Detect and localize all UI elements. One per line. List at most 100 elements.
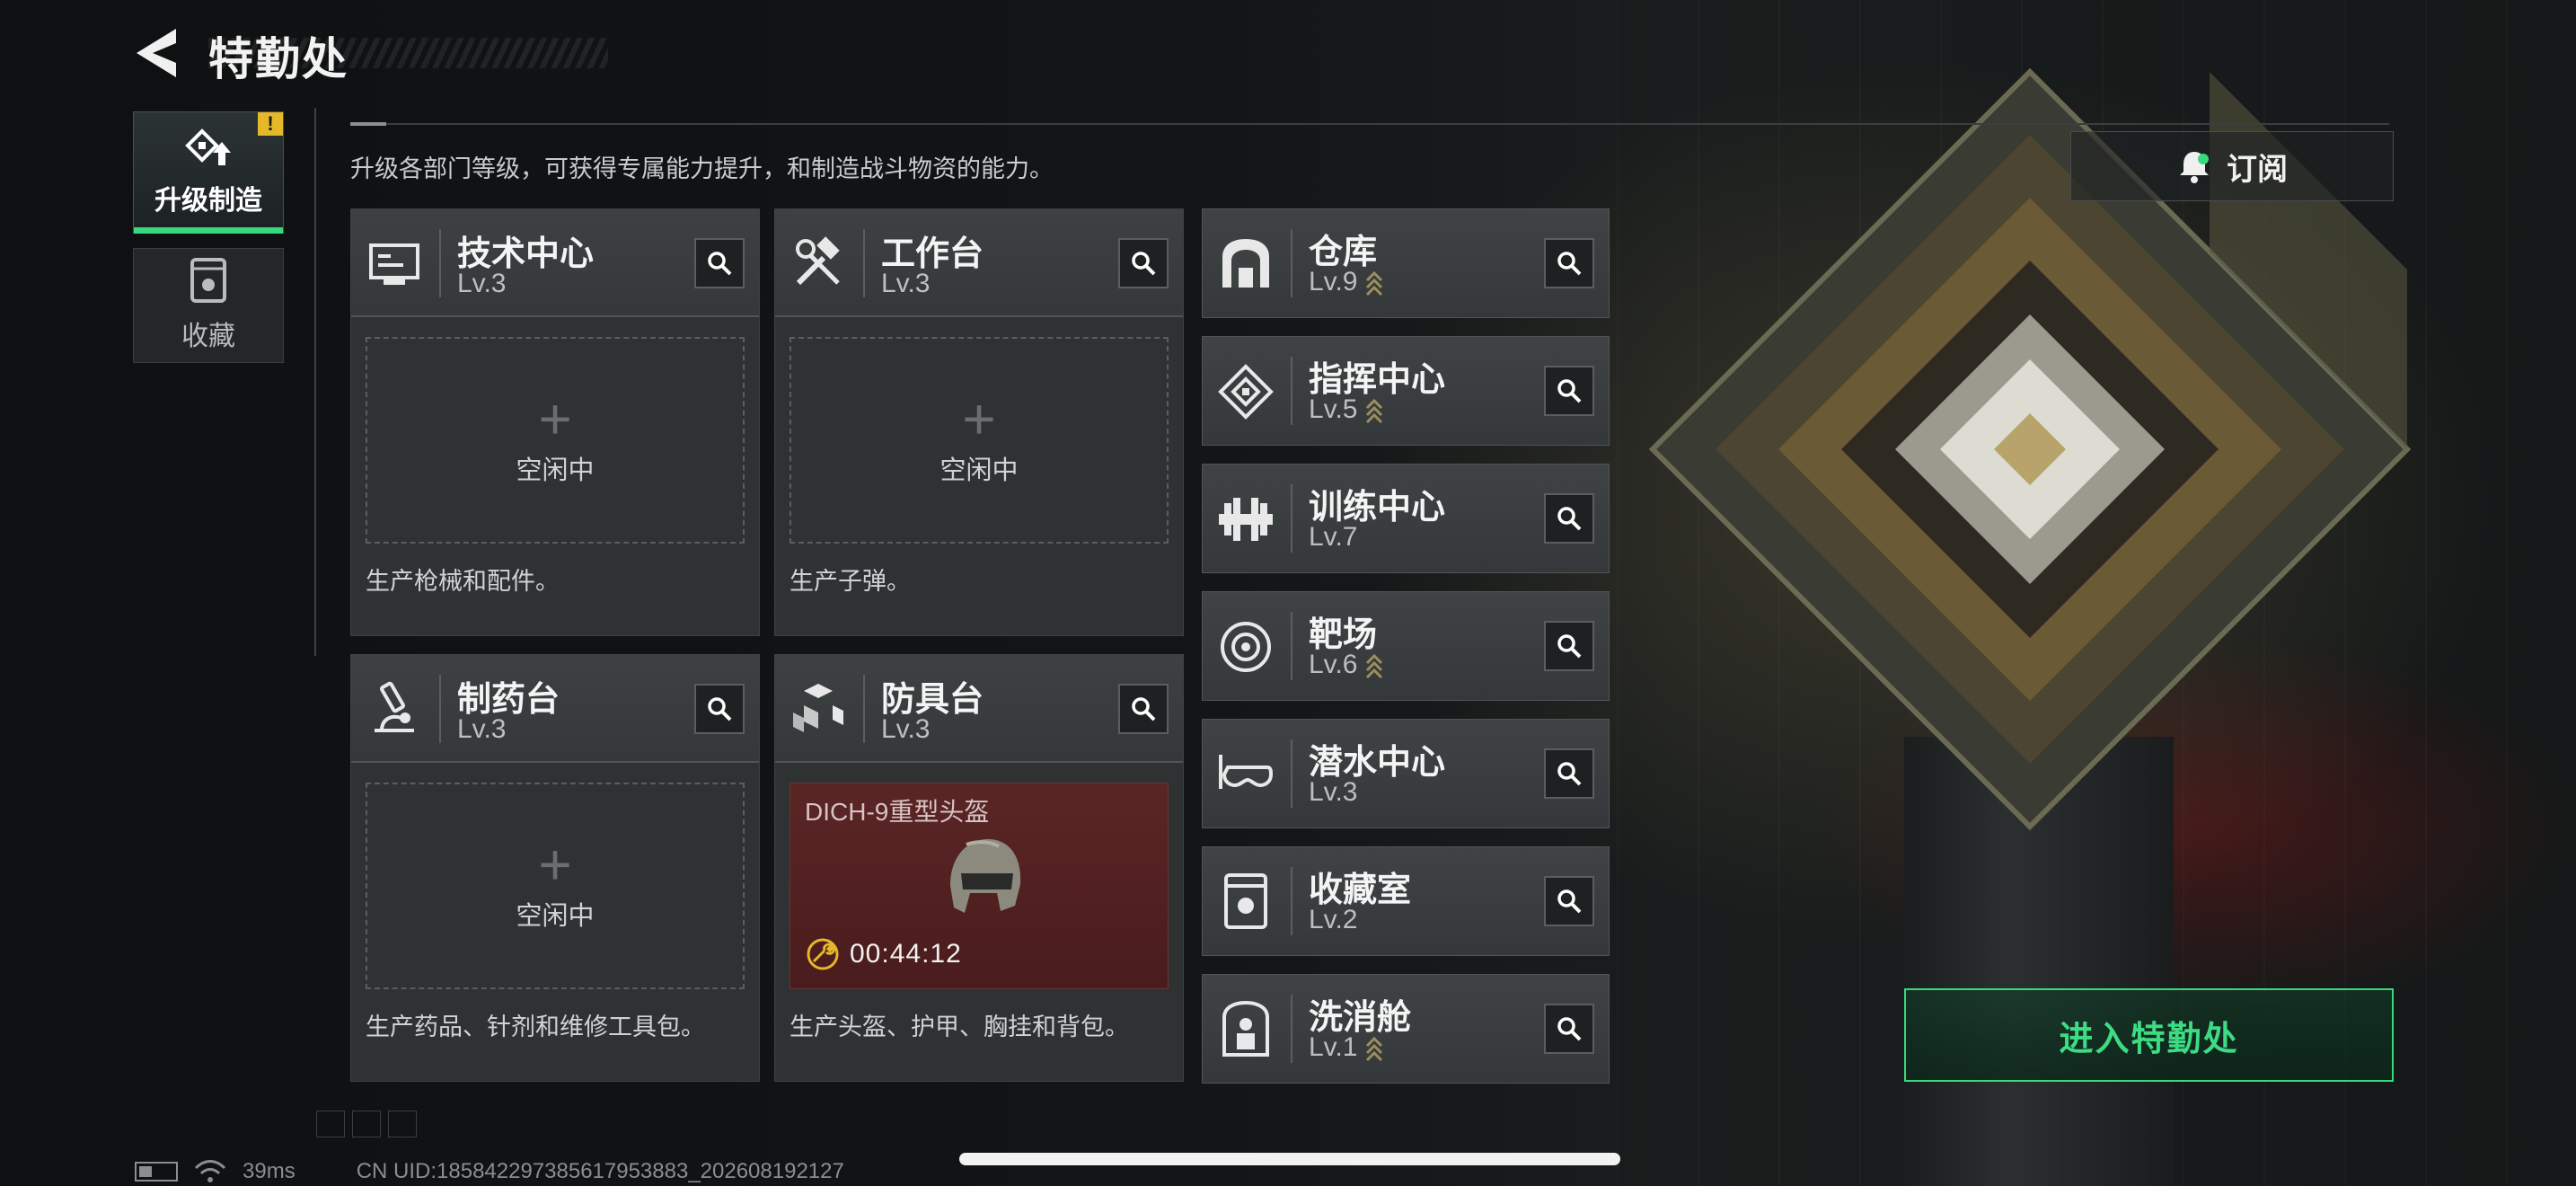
decorative-marks [316, 1111, 417, 1137]
facility-level-wrap: Lv.7 [1309, 522, 1357, 553]
diving-center-icon [1219, 755, 1274, 789]
subscribe-label: 订阅 [2227, 152, 2288, 187]
training-center-icon [1219, 498, 1273, 541]
command-center-icon [1218, 364, 1274, 420]
sidebar-divider [314, 108, 316, 656]
inspect-button[interactable] [694, 684, 745, 734]
page-title: 特勤处 [208, 34, 348, 84]
search-icon [1557, 890, 1582, 914]
facility-row-command-center[interactable]: 指挥中心 Lv.5 [1202, 336, 1610, 446]
upgrade-icon [185, 128, 231, 165]
upgrade-chevrons-icon [1366, 398, 1383, 423]
search-icon [708, 697, 732, 721]
workshop-card-tech-center[interactable]: 技术中心 Lv.3 + 空闲中 生产枪械和配件。 [350, 208, 760, 636]
shooting-range-icon [1221, 622, 1271, 672]
facility-name: 指挥中心 [1309, 361, 1446, 399]
facility-name: 训练中心 [1309, 489, 1446, 527]
status-bar: 39ms CN UID:185842297385617953883_202608… [135, 1159, 844, 1184]
workshop-description: 生产子弹。 [790, 568, 911, 595]
inspect-button[interactable] [1118, 684, 1169, 734]
header-separator [439, 675, 441, 743]
pharmacy-icon [375, 681, 414, 732]
facility-level: Lv.7 [1309, 522, 1358, 552]
header-separator [439, 229, 441, 297]
sidebar-tab-label: 收藏 [181, 322, 235, 351]
search-icon [1557, 1017, 1582, 1041]
production-slot-empty[interactable]: + 空闲中 [790, 337, 1169, 544]
collection-icon [190, 258, 226, 303]
ping-value: 39ms [243, 1159, 296, 1183]
idle-label: 空闲中 [516, 902, 595, 931]
workshop-name: 技术中心 [457, 235, 595, 273]
workbench-icon [796, 236, 840, 286]
enter-special-ops-button[interactable]: 进入特勤处 [1904, 988, 2394, 1082]
subscribe-button[interactable]: 订阅 [2070, 131, 2394, 201]
inspect-button[interactable] [1544, 493, 1594, 544]
collection-room-icon [1224, 873, 1267, 929]
wrench-clock-icon [807, 938, 839, 970]
search-icon [1557, 252, 1582, 276]
header-separator [863, 675, 865, 743]
row-separator [1291, 484, 1292, 553]
facility-row-shooting-range[interactable]: 靶场 Lv.6 [1202, 591, 1610, 701]
row-separator [1291, 229, 1292, 297]
warning-badge: ! [258, 112, 283, 136]
facility-level: Lv.1 [1309, 1032, 1358, 1062]
workshop-name: 防具台 [881, 681, 984, 719]
row-separator [1291, 739, 1292, 808]
facility-name: 靶场 [1309, 616, 1378, 654]
user-uid: CN UID:185842297385617953883_20260819212… [356, 1159, 844, 1183]
sidebar-tab-upgrade[interactable]: ! 升级制造 [133, 111, 284, 234]
production-slot-empty[interactable]: + 空闲中 [366, 783, 745, 989]
search-icon [1132, 697, 1156, 721]
inspect-button[interactable] [1544, 621, 1594, 671]
header-separator [863, 229, 865, 297]
inspect-button[interactable] [1544, 1004, 1594, 1054]
inspect-button[interactable] [694, 238, 745, 288]
workshop-header: 防具台 Lv.3 [775, 655, 1183, 763]
search-icon [708, 252, 732, 276]
inspect-button[interactable] [1544, 748, 1594, 799]
inspect-button[interactable] [1544, 366, 1594, 416]
helmet-icon [950, 839, 1021, 913]
facility-level: Lv.5 [1309, 394, 1358, 424]
facility-level-wrap: Lv.2 [1309, 905, 1357, 935]
workshop-level: Lv.3 [457, 714, 507, 744]
production-slot-active[interactable]: DICH-9重型头盔 00:44:12 [790, 783, 1169, 989]
inspect-button[interactable] [1118, 238, 1169, 288]
upgrade-chevrons-icon [1366, 653, 1383, 678]
home-indicator[interactable] [959, 1153, 1620, 1165]
plus-icon: + [538, 386, 572, 451]
workshop-card-pharmacy[interactable]: 制药台 Lv.3 + 空闲中 生产药品、针剂和维修工具包。 [350, 654, 760, 1082]
workshop-description: 生产头盔、护甲、胸挂和背包。 [790, 1013, 1129, 1040]
workshop-card-workbench[interactable]: 工作台 Lv.3 + 空闲中 生产子弹。 [774, 208, 1184, 636]
bell-icon [2180, 152, 2209, 183]
back-arrow-icon[interactable] [133, 27, 181, 79]
workshop-description: 生产枪械和配件。 [366, 568, 560, 595]
idle-label: 空闲中 [940, 456, 1019, 485]
facility-row-decon-chamber[interactable]: 洗消舱 Lv.1 [1202, 974, 1610, 1084]
row-separator [1291, 357, 1292, 425]
workshop-card-armor-bench[interactable]: 防具台 Lv.3 DICH-9重型头盔 00:44:12 生产头盔、护甲、胸挂和… [774, 654, 1184, 1082]
facility-row-collection-room[interactable]: 收藏室 Lv.2 [1202, 846, 1610, 956]
facility-row-training-center[interactable]: 训练中心 Lv.7 [1202, 464, 1610, 573]
facility-level-wrap: Lv.9 [1309, 267, 1384, 297]
facility-row-diving-center[interactable]: 潜水中心 Lv.3 [1202, 719, 1610, 828]
workshop-level: Lv.3 [881, 269, 931, 298]
inspect-button[interactable] [1544, 238, 1594, 288]
plus-icon: + [538, 832, 572, 897]
enter-label: 进入特勤处 [2059, 1020, 2239, 1058]
workshop-name: 工作台 [881, 235, 984, 273]
plus-icon: + [962, 386, 996, 451]
facility-level-wrap: Lv.5 [1309, 394, 1384, 425]
facility-row-warehouse[interactable]: 仓库 Lv.9 [1202, 208, 1610, 318]
facility-name: 仓库 [1309, 234, 1378, 271]
sidebar-tab-collection[interactable]: 收藏 [133, 248, 284, 363]
timer-value: 00:44:12 [850, 939, 962, 969]
row-separator [1291, 612, 1292, 680]
search-icon [1557, 634, 1582, 659]
upgrade-chevrons-icon [1366, 270, 1383, 296]
inspect-button[interactable] [1544, 876, 1594, 926]
production-slot-empty[interactable]: + 空闲中 [366, 337, 745, 544]
battery-icon [135, 1162, 178, 1182]
